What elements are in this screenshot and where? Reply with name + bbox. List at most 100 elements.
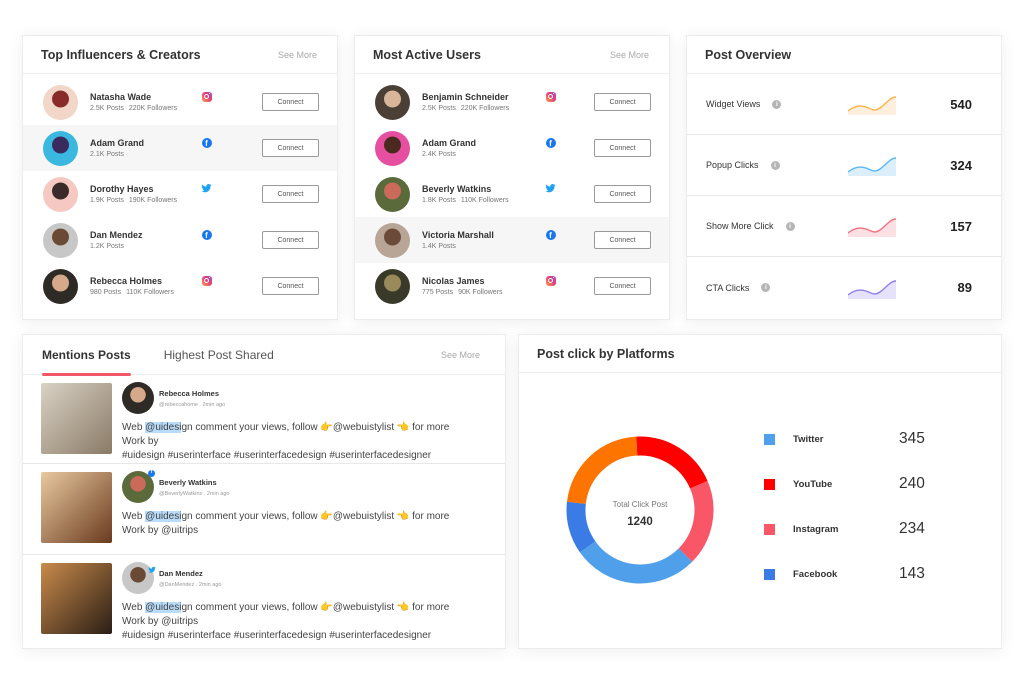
connect-button[interactable]: Connect <box>594 231 651 249</box>
legend-value: 234 <box>899 520 925 537</box>
donut-segment-instagram[interactable] <box>678 481 714 562</box>
instagram-icon <box>545 91 556 102</box>
post-image[interactable] <box>41 563 112 634</box>
post-overview-title: Post Overview <box>705 47 792 62</box>
user-row: Dorothy Hayes 1.9K Posts 190K Followers Con… <box>23 171 337 217</box>
post-author-name[interactable]: Beverly Watkins <box>159 478 230 487</box>
mention-post[interactable]: Rebecca Holmes @rebeccahome . 2min ago Web… <box>23 375 505 464</box>
post-text: Web @uidesign comment your views, follow… <box>122 510 495 538</box>
donut-center-label: Total Click Post <box>613 500 668 509</box>
platform-badge <box>201 183 212 194</box>
user-name[interactable]: Natasha Wade <box>90 92 200 102</box>
connect-button[interactable]: Connect <box>262 231 319 249</box>
platform-badge <box>201 91 212 102</box>
overview-row: Popup Clicks i 324 <box>687 135 1001 196</box>
legend-item-youtube[interactable]: YouTube 240 <box>764 475 964 493</box>
connect-button[interactable]: Connect <box>594 277 651 295</box>
donut-segment-twitter[interactable] <box>579 541 693 584</box>
overview-label: Show More Click <box>706 221 774 231</box>
user-name[interactable]: Adam Grand <box>90 138 200 148</box>
mentions-card: Mentions Posts Highest Post Shared See M… <box>22 334 506 649</box>
active-users-see-more-link[interactable]: See More <box>610 50 649 60</box>
instagram-icon <box>201 275 212 286</box>
legend-swatch <box>764 433 775 445</box>
legend-item-twitter[interactable]: Twitter 345 <box>764 430 964 448</box>
info-icon[interactable]: i <box>761 283 771 292</box>
user-name[interactable]: Dan Mendez <box>90 230 200 240</box>
info-icon[interactable]: i <box>785 221 795 231</box>
connect-button[interactable]: Connect <box>594 185 651 203</box>
post-author: Rebecca Holmes @rebeccahome . 2min ago <box>122 382 495 414</box>
legend-label: Instagram <box>793 523 839 535</box>
post-text-line: Web @uidesign comment your views, follow… <box>122 510 495 524</box>
user-name[interactable]: Nicolas James <box>422 276 532 286</box>
post-overview-header: Post Overview <box>687 36 1001 74</box>
post-text-post: gn comment your views, follow 👉@webuisty… <box>181 422 450 433</box>
posts-count: 980 Posts <box>90 289 122 296</box>
post-author-name[interactable]: Dan Mendez <box>159 569 221 578</box>
platform-badge <box>148 381 156 389</box>
user-name[interactable]: Benjamin Schneider <box>422 92 532 102</box>
post-text: Web @uidesign comment your views, follow… <box>122 601 495 643</box>
avatar <box>375 84 410 120</box>
connect-button[interactable]: Connect <box>262 139 319 157</box>
donut-segment-other[interactable] <box>566 436 638 505</box>
post-overview-card: Post Overview Widget Views i 540 Popup Clic… <box>686 35 1002 320</box>
facebook-icon: f <box>545 137 556 148</box>
post-author-name[interactable]: Rebecca Holmes <box>159 389 225 398</box>
user-name[interactable]: Dorothy Hayes <box>90 184 200 194</box>
mention-post[interactable]: f Beverly Watkins @BeverlyWatkins . 2min a… <box>23 464 505 555</box>
user-name[interactable]: Rebecca Holmes <box>90 276 200 286</box>
user-name[interactable]: Adam Grand <box>422 138 532 148</box>
post-text-pre: Web <box>122 511 146 522</box>
post-text-line: Work by @uitrips <box>122 616 199 627</box>
legend-swatch <box>764 478 775 490</box>
avatar <box>122 382 154 414</box>
connect-button[interactable]: Connect <box>262 185 319 203</box>
tab-highest-post-shared[interactable]: Highest Post Shared <box>164 335 274 375</box>
user-row: Victoria Marshall 1.4K Posts f Connect <box>355 217 669 263</box>
donut-chart: Total Click Post 1240 <box>566 436 714 584</box>
posts-count: 1.8K Posts <box>422 197 456 204</box>
mention-post[interactable]: Dan Mendez @DanMendez . 2min ago Web @uide… <box>23 555 505 649</box>
user-stats: 1.8K Posts 110K Followers <box>422 197 532 204</box>
platform-badge: f <box>545 229 556 240</box>
avatar <box>375 176 410 212</box>
info-icon[interactable]: i <box>772 99 782 109</box>
donut-segment-youtube[interactable] <box>636 436 708 489</box>
user-stats: 2.5K Posts 220K Followers <box>90 105 200 112</box>
post-text-line: Work by <box>122 436 159 447</box>
active-users-title: Most Active Users <box>373 47 481 62</box>
post-handle: @rebeccahome . 2min ago <box>159 401 226 408</box>
info-icon[interactable]: i <box>770 160 780 170</box>
tab-mentions-posts[interactable]: Mentions Posts <box>42 335 131 376</box>
connect-button[interactable]: Connect <box>594 93 651 111</box>
mention-highlight[interactable]: @uidesi <box>145 422 182 433</box>
post-body: f Beverly Watkins @BeverlyWatkins . 2min a… <box>122 470 495 538</box>
legend-value: 345 <box>899 430 925 447</box>
post-text-post: gn comment your views, follow 👉@webuisty… <box>181 511 450 522</box>
legend-swatch <box>764 523 775 535</box>
user-row: Nicolas James 775 Posts 90K Followers Conne… <box>355 263 669 309</box>
legend-item-instagram[interactable]: Instagram 234 <box>764 520 964 538</box>
post-body: Dan Mendez @DanMendez . 2min ago Web @uide… <box>122 562 495 643</box>
legend-item-facebook[interactable]: Facebook 143 <box>764 565 964 583</box>
followers-count: 90K Followers <box>458 289 503 296</box>
post-image[interactable] <box>41 472 112 543</box>
mentions-see-more-link[interactable]: See More <box>441 350 480 360</box>
mention-highlight[interactable]: @uidesi <box>145 602 182 613</box>
connect-button[interactable]: Connect <box>594 139 651 157</box>
legend-value: 240 <box>899 475 925 492</box>
user-name[interactable]: Beverly Watkins <box>422 184 532 194</box>
user-name[interactable]: Victoria Marshall <box>422 230 532 240</box>
mention-highlight[interactable]: @uidesi <box>145 511 182 522</box>
connect-button[interactable]: Connect <box>262 277 319 295</box>
influencers-see-more-link[interactable]: See More <box>278 50 317 60</box>
user-stats: 1.9K Posts 190K Followers <box>90 197 200 204</box>
user-info: Adam Grand 2.4K Posts <box>422 138 532 158</box>
donut-segment-facebook[interactable] <box>566 501 596 553</box>
posts-count: 2.1K Posts <box>90 151 124 158</box>
connect-button[interactable]: Connect <box>262 93 319 111</box>
post-image[interactable] <box>41 383 112 454</box>
post-hashtags: #uidesign #userinterface #userinterfaced… <box>122 450 432 461</box>
